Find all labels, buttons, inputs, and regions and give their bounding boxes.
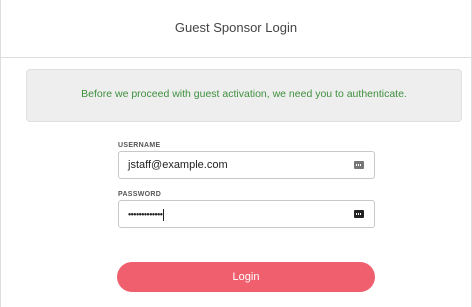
auth-notice: Before we proceed with guest activation,…: [26, 69, 462, 122]
password-label: PASSWORD: [118, 191, 162, 198]
password-manager-key-icon[interactable]: [354, 161, 364, 169]
username-field[interactable]: jstaff@example.com: [118, 151, 375, 179]
notice-text: Before we proceed with guest activation,…: [81, 88, 407, 100]
username-value: jstaff@example.com: [128, 159, 228, 171]
username-label: USERNAME: [118, 142, 161, 149]
login-button[interactable]: Login: [117, 262, 375, 292]
text-caret: [163, 209, 165, 221]
login-page: Guest Sponsor Login Before we proceed wi…: [0, 0, 472, 307]
password-field[interactable]: •••••••••••••: [118, 200, 375, 228]
password-manager-key-icon[interactable]: [354, 210, 364, 218]
page-title: Guest Sponsor Login: [174, 20, 298, 35]
header: Guest Sponsor Login: [0, 0, 472, 58]
password-dots: •••••••••••••: [128, 209, 163, 220]
password-masked-value: •••••••••••••: [128, 209, 165, 221]
